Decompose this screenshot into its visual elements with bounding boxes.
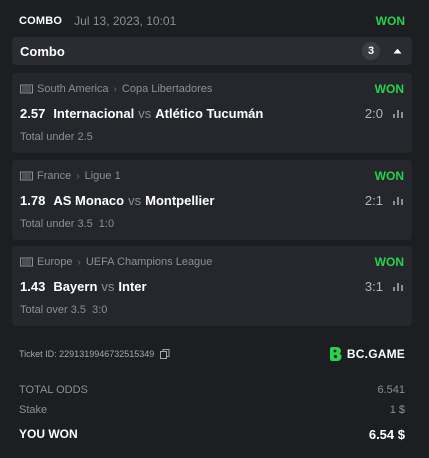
leg-home-team: Bayern — [53, 278, 98, 294]
leg-match-row: 1.78 AS Monaco vs Montpellier 2:1 — [20, 190, 404, 210]
leg-score: 2:0 — [364, 105, 383, 121]
leg-home-team: Internacional — [53, 105, 135, 121]
bc-game-logo-icon — [329, 347, 342, 361]
chevron-right-icon: › — [113, 83, 117, 95]
leg-market: Total under 3.5 — [20, 218, 93, 230]
leg-league: UEFA Champions League — [85, 256, 213, 268]
leg-away-team: Atlético Tucumán — [155, 105, 264, 121]
total-odds-label: TOTAL ODDS — [19, 384, 88, 396]
total-odds-row: TOTAL ODDS 6.541 — [19, 380, 405, 400]
leg-region: Europe — [37, 256, 73, 268]
bet-card: COMBO Jul 13, 2023, 10:01 WON Combo 3 So… — [0, 0, 429, 458]
stats-icon[interactable] — [392, 280, 404, 292]
stake-row: Stake 1 $ — [19, 400, 405, 420]
leg-status: WON — [374, 82, 404, 96]
combo-count-badge: 3 — [362, 42, 380, 60]
payout-row: YOU WON 6.54 $ — [19, 424, 405, 444]
leg-odds: 2.57 — [20, 105, 46, 121]
ticket-row: Ticket ID: 2291319946732515349 BC.GAME — [19, 344, 405, 364]
combo-label: Combo — [20, 43, 65, 59]
leg-match-row: 2.57 Internacional vs Atlético Tucumán 2… — [20, 103, 404, 123]
combo-toggle[interactable]: Combo 3 — [12, 37, 412, 65]
brand-logo: BC.GAME — [329, 346, 405, 362]
leg-vs: vs — [138, 105, 152, 121]
leg-market-row: Total over 3.5 3:0 — [20, 302, 404, 318]
bet-date: Jul 13, 2023, 10:01 — [74, 14, 177, 28]
flag-icon — [20, 171, 33, 181]
leg-away-team: Inter — [118, 278, 147, 294]
chevron-up-icon[interactable] — [392, 46, 402, 56]
stake-value: 1 $ — [389, 404, 405, 416]
leg-region: South America — [37, 83, 109, 95]
bet-type: COMBO — [19, 15, 63, 27]
bet-leg[interactable]: Europe › UEFA Champions League WON 1.43 … — [12, 246, 412, 326]
leg-league-row: South America › Copa Libertadores WON — [20, 81, 404, 97]
leg-match-row: 1.43 Bayern vs Inter 3:1 — [20, 276, 404, 296]
totals-section: TOTAL ODDS 6.541 Stake 1 $ YOU WON 6.54 … — [19, 380, 405, 444]
leg-league: Ligue 1 — [84, 170, 121, 182]
leg-score: 3:1 — [364, 278, 383, 294]
leg-vs: vs — [101, 278, 115, 294]
leg-away-team: Montpellier — [145, 192, 215, 208]
bet-status: WON — [375, 14, 405, 28]
payout-value: 6.54 $ — [368, 426, 405, 442]
leg-halftime: 1:0 — [98, 218, 115, 230]
flag-icon — [20, 257, 33, 267]
leg-status: WON — [374, 255, 404, 269]
stats-icon[interactable] — [392, 107, 404, 119]
payout-label: YOU WON — [19, 427, 78, 441]
flag-icon — [20, 84, 33, 94]
leg-vs: vs — [128, 192, 142, 208]
leg-odds: 1.78 — [20, 192, 46, 208]
leg-halftime: 3:0 — [92, 304, 108, 316]
leg-league: Copa Libertadores — [121, 83, 213, 95]
leg-odds: 1.43 — [20, 278, 46, 294]
bet-leg[interactable]: South America › Copa Libertadores WON 2.… — [12, 73, 412, 153]
ticket-id: Ticket ID: 2291319946732515349 — [19, 349, 155, 359]
leg-status: WON — [374, 169, 404, 183]
leg-market-row: Total under 2.5 — [20, 129, 404, 145]
leg-score: 2:1 — [364, 192, 383, 208]
leg-region: France — [37, 170, 72, 182]
leg-market: Total under 2.5 — [20, 131, 93, 143]
bet-leg[interactable]: France › Ligue 1 WON 1.78 AS Monaco vs M… — [12, 160, 412, 240]
leg-market-row: Total under 3.5 1:0 — [20, 216, 404, 232]
bet-header: COMBO Jul 13, 2023, 10:01 WON — [19, 12, 405, 30]
chevron-right-icon: › — [76, 170, 80, 182]
leg-league-row: France › Ligue 1 WON — [20, 168, 404, 184]
brand-name: BC.GAME — [346, 347, 405, 361]
leg-home-team: AS Monaco — [53, 192, 125, 208]
stats-icon[interactable] — [392, 194, 404, 206]
leg-market: Total over 3.5 — [20, 304, 87, 316]
copy-icon[interactable] — [160, 349, 170, 359]
stake-label: Stake — [19, 404, 48, 416]
total-odds-value: 6.541 — [377, 384, 405, 396]
chevron-right-icon: › — [77, 256, 81, 268]
leg-league-row: Europe › UEFA Champions League WON — [20, 254, 404, 270]
